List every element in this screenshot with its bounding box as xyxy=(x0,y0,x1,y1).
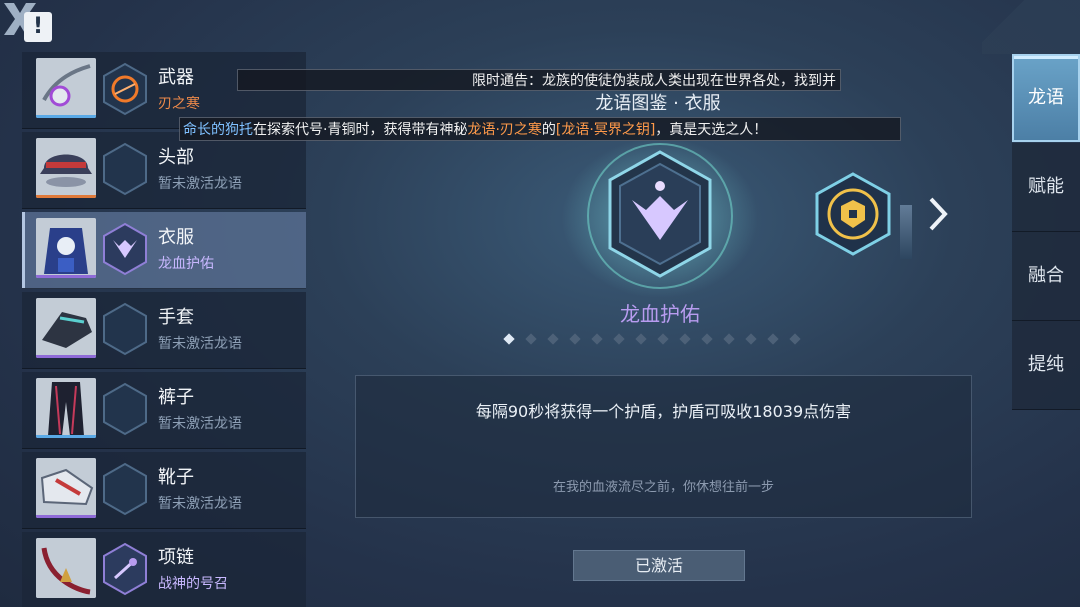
equip-name: 项链 xyxy=(158,547,194,568)
boots-thumbnail xyxy=(36,458,96,518)
player-name: 命长的狗托 xyxy=(183,122,253,138)
pager-dot[interactable] xyxy=(701,333,713,345)
pants-icon xyxy=(103,382,147,436)
pager-dot[interactable] xyxy=(547,333,559,345)
equip-item-clothes[interactable]: 衣服 龙血护佑 xyxy=(22,212,306,289)
pager-dot[interactable] xyxy=(657,333,669,345)
equip-name: 衣服 xyxy=(158,227,194,248)
weapon-icon xyxy=(103,62,147,116)
next-emblem-peek xyxy=(900,205,912,259)
gloves-thumbnail xyxy=(36,298,96,358)
equip-name: 武器 xyxy=(158,67,194,88)
page-title: 龙语图鉴 · 衣服 xyxy=(595,93,721,114)
exclamation-icon: ! xyxy=(32,14,44,39)
equip-item-pants[interactable]: 裤子 暂未激活龙语 xyxy=(22,372,306,449)
pager-dot[interactable] xyxy=(569,333,581,345)
pants-thumbnail xyxy=(36,378,96,438)
equip-dragon-word: 暂未激活龙语 xyxy=(158,496,242,512)
pager-dot[interactable] xyxy=(745,333,757,345)
broadcast-item: 龙语·刃之寒 xyxy=(467,122,542,138)
description-box: 每隔90秒将获得一个护盾，护盾可吸收18039点伤害 在我的血液流尽之前，你休想… xyxy=(355,375,972,518)
pager-dot[interactable] xyxy=(723,333,735,345)
helmet-thumbnail xyxy=(36,138,96,198)
equip-item-gloves[interactable]: 手套 暂未激活龙语 xyxy=(22,292,306,369)
broadcast-text: ，真是天选之人！ xyxy=(655,122,768,138)
equip-dragon-word: 暂未激活龙语 xyxy=(158,416,242,432)
broadcast-banner: 命长的狗托在探索代号·青铜时，获得带有神秘龙语·刃之寒的[龙语·冥界之钥]，真是… xyxy=(179,117,901,141)
equip-dragon-word: 刃之寒 xyxy=(158,96,200,112)
equip-dragon-word: 暂未激活龙语 xyxy=(158,176,242,192)
equip-name: 靴子 xyxy=(158,467,194,488)
dragon-blood-emblem-icon[interactable] xyxy=(560,140,760,300)
clothes-icon xyxy=(103,222,147,276)
equip-item-head[interactable]: 头部 暂未激活龙语 xyxy=(22,132,306,209)
equip-dragon-word: 战神的号召 xyxy=(158,576,228,592)
pager-dot[interactable] xyxy=(767,333,779,345)
broadcast-text: 的 xyxy=(541,122,556,138)
boots-icon xyxy=(103,462,147,516)
right-tab-bar: 龙语 赋能 融合 提纯 xyxy=(1012,54,1080,410)
pager-dot[interactable] xyxy=(525,333,537,345)
equip-name: 头部 xyxy=(158,147,194,168)
equip-item-boots[interactable]: 靴子 暂未激活龙语 xyxy=(22,452,306,529)
chevron-right-icon[interactable] xyxy=(926,195,950,233)
pager-dot[interactable] xyxy=(613,333,625,345)
equip-dragon-word: 龙血护佑 xyxy=(158,256,214,272)
pager-dot[interactable] xyxy=(635,333,647,345)
pager-dot[interactable] xyxy=(591,333,603,345)
equip-item-necklace[interactable]: 项链 战神的号召 xyxy=(22,532,306,607)
equip-name: 手套 xyxy=(158,307,194,328)
tab-fusion[interactable]: 融合 xyxy=(1012,232,1080,321)
necklace-icon xyxy=(103,542,147,596)
effect-description: 每隔90秒将获得一个护盾，护盾可吸收18039点伤害 xyxy=(475,402,852,421)
alert-button[interactable]: ! xyxy=(24,12,52,42)
close-button[interactable] xyxy=(982,0,1080,54)
emblem-name: 龙血护佑 xyxy=(620,302,700,326)
tab-empower[interactable]: 赋能 xyxy=(1012,143,1080,232)
weapon-thumbnail xyxy=(36,58,96,118)
flavor-text: 在我的血液流尽之前，你休想往前一步 xyxy=(552,480,774,495)
activated-button[interactable]: 已激活 xyxy=(573,550,745,581)
broadcast-text: 在探索代号·青铜时，获得带有神秘 xyxy=(253,122,468,138)
dragon-rune-emblem-icon[interactable] xyxy=(814,172,892,256)
pager-dot[interactable] xyxy=(503,333,515,345)
gloves-icon xyxy=(103,302,147,356)
equip-dragon-word: 暂未激活龙语 xyxy=(158,336,242,352)
necklace-thumbnail xyxy=(36,538,96,598)
tab-dragon-word[interactable]: 龙语 xyxy=(1012,54,1080,142)
announcement-banner: 限时通告：龙族的使徒伪装成人类出现在世界各处，找到并 xyxy=(237,69,841,91)
helmet-icon xyxy=(103,142,147,196)
pager-dot[interactable] xyxy=(679,333,691,345)
pager-dot[interactable] xyxy=(789,333,801,345)
equip-name: 裤子 xyxy=(158,387,194,408)
clothes-thumbnail xyxy=(36,218,96,278)
broadcast-reward: [龙语·冥界之钥] xyxy=(555,122,656,138)
tab-refine[interactable]: 提纯 xyxy=(1012,321,1080,410)
